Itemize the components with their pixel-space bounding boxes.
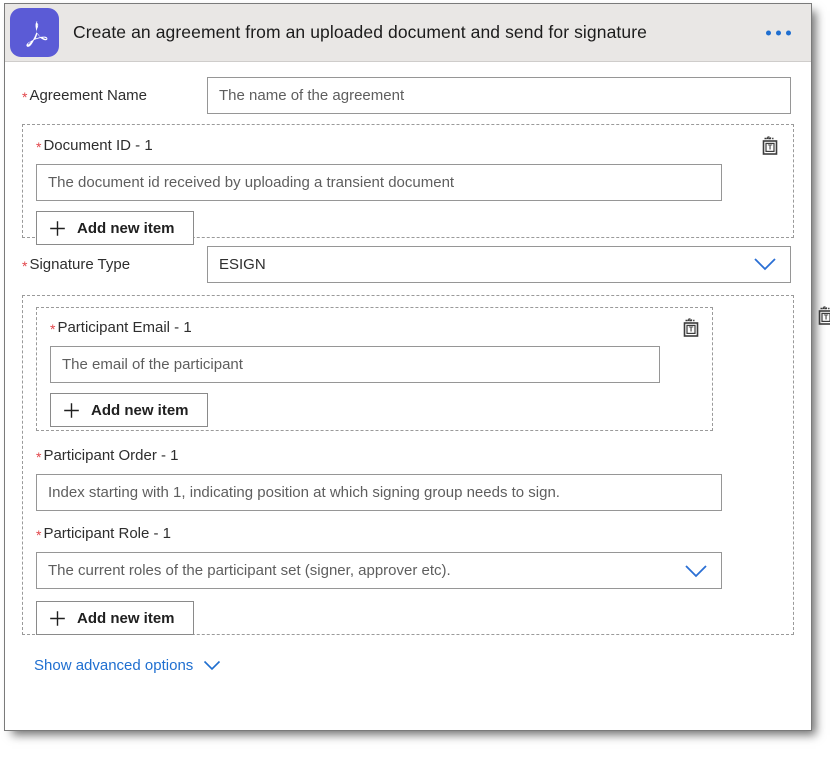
- required-asterisk: *: [36, 527, 41, 543]
- add-new-item-button-participant-set[interactable]: Add new item: [36, 601, 194, 635]
- delete-document-id-button[interactable]: T: [757, 134, 783, 160]
- ellipsis-horizontal-icon[interactable]: [764, 24, 793, 41]
- delete-participant-email-button[interactable]: T: [678, 316, 704, 342]
- participant-set-group: *Participant Email - 1 The email of the …: [22, 295, 794, 635]
- participant-order-label: *Participant Order - 1: [23, 431, 793, 465]
- trash-can-icon: T: [758, 135, 782, 159]
- signature-type-label: *Signature Type: [22, 256, 207, 273]
- chevron-down-icon: [752, 256, 778, 272]
- card-body: *Agreement Name The name of the agreemen…: [5, 72, 811, 675]
- document-id-group: *Document ID - 1 The document id receive…: [22, 124, 794, 238]
- add-new-item-label: Add new item: [77, 220, 175, 237]
- screenshot-root: Create an agreement from an uploaded doc…: [0, 0, 830, 758]
- participant-email-placeholder: The email of the participant: [62, 356, 243, 373]
- plus-icon: [63, 402, 80, 419]
- chevron-down-icon: [202, 659, 222, 672]
- required-asterisk: *: [36, 139, 41, 155]
- ellipsis-dot: [786, 30, 791, 35]
- card-title: Create an agreement from an uploaded doc…: [73, 22, 647, 43]
- ellipsis-dot: [766, 30, 771, 35]
- plus-icon: [49, 610, 66, 627]
- svg-text:T: T: [824, 313, 829, 322]
- flow-action-card: Create an agreement from an uploaded doc…: [4, 3, 812, 731]
- card-header: Create an agreement from an uploaded doc…: [5, 4, 811, 62]
- add-new-item-button-participant-email[interactable]: Add new item: [50, 393, 208, 427]
- agreement-name-input[interactable]: The name of the agreement: [207, 77, 791, 114]
- required-asterisk: *: [36, 449, 41, 465]
- show-advanced-options-label: Show advanced options: [34, 657, 193, 674]
- document-id-input[interactable]: The document id received by uploading a …: [36, 164, 722, 201]
- svg-text:T: T: [768, 143, 773, 152]
- agreement-name-placeholder: The name of the agreement: [219, 87, 404, 104]
- required-asterisk: *: [50, 321, 55, 337]
- signature-type-dropdown[interactable]: ESIGN: [207, 246, 791, 283]
- add-new-item-label: Add new item: [77, 610, 175, 627]
- participant-email-input[interactable]: The email of the participant: [50, 346, 660, 383]
- participant-email-label: *Participant Email - 1: [37, 308, 712, 337]
- agreement-name-label: *Agreement Name: [22, 87, 207, 104]
- participant-role-dropdown[interactable]: The current roles of the participant set…: [36, 552, 722, 589]
- participant-role-placeholder: The current roles of the participant set…: [48, 562, 451, 579]
- svg-text:T: T: [689, 325, 694, 334]
- signature-type-value: ESIGN: [219, 256, 266, 273]
- ellipsis-dot: [776, 30, 781, 35]
- required-asterisk: *: [22, 258, 27, 274]
- show-advanced-options-link[interactable]: Show advanced options: [34, 657, 222, 674]
- field-row-agreement-name: *Agreement Name The name of the agreemen…: [22, 72, 794, 118]
- participant-order-placeholder: Index starting with 1, indicating positi…: [48, 484, 560, 501]
- document-id-placeholder: The document id received by uploading a …: [48, 174, 454, 191]
- add-new-item-label: Add new item: [91, 402, 189, 419]
- trash-can-icon: T: [679, 317, 703, 341]
- document-id-label: *Document ID - 1: [23, 125, 793, 155]
- participant-order-input[interactable]: Index starting with 1, indicating positi…: [36, 474, 722, 511]
- add-new-item-button-document-id[interactable]: Add new item: [36, 211, 194, 245]
- adobe-acrobat-sign-logo-icon: [10, 8, 59, 57]
- participant-email-group: *Participant Email - 1 The email of the …: [36, 307, 713, 431]
- chevron-down-icon: [683, 563, 709, 579]
- required-asterisk: *: [22, 89, 27, 105]
- field-row-signature-type: *Signature Type ESIGN: [22, 238, 794, 290]
- plus-icon: [49, 220, 66, 237]
- delete-participant-set-button[interactable]: T: [813, 304, 830, 330]
- trash-can-icon: T: [814, 305, 830, 329]
- participant-role-label: *Participant Role - 1: [23, 511, 793, 543]
